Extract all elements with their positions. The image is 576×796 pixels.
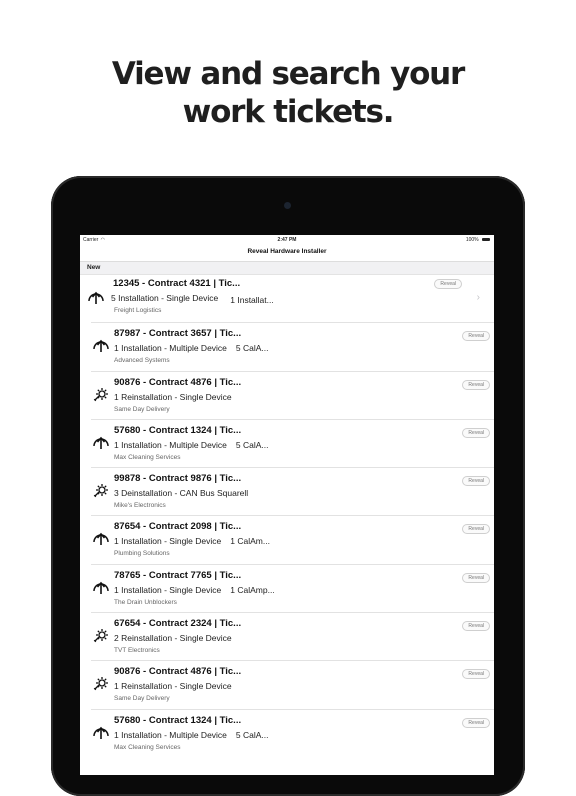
ticket-company: Freight Logistics: [114, 307, 162, 314]
ticket-row[interactable]: 87987 - Contract 3657 | Tic... 1 Install…: [91, 323, 494, 372]
ticket-row[interactable]: 67654 - Contract 2324 | Tic... 2 Reinsta…: [91, 613, 494, 662]
ticket-row[interactable]: 12345 - Contract 4321 | Tic... 5 Install…: [88, 275, 494, 324]
ticket-company: Max Cleaning Services: [114, 453, 181, 461]
ticket-company: Plumbing Solutions: [114, 550, 170, 558]
battery-percent: 100%: [465, 237, 479, 243]
ticket-extra: 5 CalA...: [235, 343, 269, 354]
ticket-service: 5 Installation - Single Device: [111, 293, 219, 303]
ticket-company: Mike's Electronics: [114, 502, 166, 510]
ticket-row[interactable]: 90876 - Contract 4876 | Tic... 1 Reinsta…: [91, 661, 494, 710]
ticket-extra: 5 CalA...: [235, 729, 269, 740]
reveal-badge[interactable]: Reveal: [462, 717, 490, 728]
chevron-right-icon: ›: [476, 292, 480, 303]
gear-icon: [92, 626, 110, 644]
ticket-row[interactable]: 57680 - Contract 1324 | Tic... 1 Install…: [91, 420, 494, 469]
ticket-service: 1 Reinstallation - Single Device: [114, 391, 232, 402]
status-time: 2:47 PM: [277, 237, 297, 243]
arrow-up-icon: [92, 433, 110, 451]
ticket-extra: 1 CalAmp...: [230, 584, 275, 595]
ticket-company: Same Day Delivery: [114, 405, 170, 413]
ticket-extra: 1 Installat...: [230, 295, 274, 305]
section-header-new: New: [80, 262, 494, 275]
battery-icon: [482, 238, 490, 242]
ticket-title: 99878 - Contract 9876 | Tic...: [114, 473, 242, 485]
headline-line-1: View and search your: [111, 56, 465, 92]
marketing-headline: View and search your work tickets.: [0, 55, 576, 131]
ticket-row[interactable]: 90876 - Contract 4876 | Tic... 1 Reinsta…: [91, 372, 494, 420]
ticket-extra: 1 CalAm...: [230, 536, 270, 547]
status-bar: Carrier ◠ 2:47 PM 100%: [80, 235, 494, 245]
ticket-service: 1 Installation - Multiple Device: [114, 343, 227, 354]
reveal-badge[interactable]: Reveal: [462, 427, 490, 438]
arrow-up-icon: [87, 288, 105, 306]
arrow-up-icon: [92, 578, 110, 596]
ticket-extra: 5 CalA...: [235, 439, 269, 450]
nav-title: Reveal Hardware Installer: [80, 245, 494, 262]
ticket-title: 87987 - Contract 3657 | Tic...: [114, 328, 242, 340]
ticket-service: 2 Reinstallation - Single Device: [114, 633, 232, 644]
arrow-up-icon: [92, 723, 110, 741]
ticket-service: 1 Installation - Multiple Device: [114, 439, 227, 450]
app-screen: Carrier ◠ 2:47 PM 100% Reveal Hardware I…: [80, 235, 494, 775]
ticket-title: 87654 - Contract 2098 | Tic...: [114, 521, 242, 533]
ticket-title: 90876 - Contract 4876 | Tic...: [114, 376, 242, 388]
gear-icon: [92, 481, 110, 499]
ticket-row[interactable]: 99878 - Contract 9876 | Tic... 3 Deinsta…: [91, 468, 494, 517]
ticket-title: 90876 - Contract 4876 | Tic...: [114, 666, 242, 678]
ticket-row[interactable]: 78765 - Contract 7765 | Tic... 1 Install…: [91, 565, 494, 614]
ticket-title: 67654 - Contract 2324 | Tic...: [114, 618, 242, 630]
camera-icon: [284, 202, 291, 209]
reveal-badge[interactable]: Reveal: [462, 572, 490, 583]
ticket-company: Max Cleaning Services: [114, 743, 181, 751]
ticket-title: 78765 - Contract 7765 | Tic...: [114, 569, 242, 581]
reveal-badge[interactable]: Reveal: [462, 669, 490, 680]
arrow-up-icon: [92, 336, 110, 354]
ticket-title: 12345 - Contract 4321 | Tic...: [113, 278, 241, 289]
gear-icon: [92, 674, 110, 692]
ticket-company: TVT Electronics: [114, 647, 160, 655]
ticket-service: 1 Reinstallation - Single Device: [114, 681, 232, 692]
ticket-title: 57680 - Contract 1324 | Tic...: [114, 424, 242, 436]
reveal-badge[interactable]: Reveal: [462, 379, 490, 390]
arrow-up-icon: [92, 529, 110, 547]
ticket-title: 57680 - Contract 1324 | Tic...: [114, 714, 242, 726]
ticket-service: 1 Installation - Single Device: [114, 584, 222, 595]
ticket-service: 3 Deinstallation - CAN Bus Squarell: [114, 488, 249, 499]
ticket-service: 1 Installation - Single Device: [114, 536, 222, 547]
ticket-row[interactable]: 57680 - Contract 1324 | Tic... 1 Install…: [91, 710, 494, 758]
ticket-list: 12345 - Contract 4321 | Tic... 5 Install…: [80, 275, 494, 758]
reveal-badge[interactable]: Reveal: [462, 621, 490, 632]
ticket-row[interactable]: 87654 - Contract 2098 | Tic... 1 Install…: [91, 516, 494, 565]
reveal-badge[interactable]: Reveal: [462, 331, 490, 342]
headline-line-2: work tickets.: [182, 94, 395, 130]
gear-icon: [92, 385, 110, 403]
ticket-service: 1 Installation - Multiple Device: [114, 729, 227, 740]
reveal-badge[interactable]: Reveal: [434, 279, 462, 289]
reveal-badge[interactable]: Reveal: [462, 476, 490, 487]
reveal-badge[interactable]: Reveal: [462, 524, 490, 535]
ticket-company: Advanced Systems: [114, 357, 170, 365]
ticket-company: The Drain Unblockers: [114, 598, 177, 606]
ticket-company: Same Day Delivery: [114, 695, 170, 703]
